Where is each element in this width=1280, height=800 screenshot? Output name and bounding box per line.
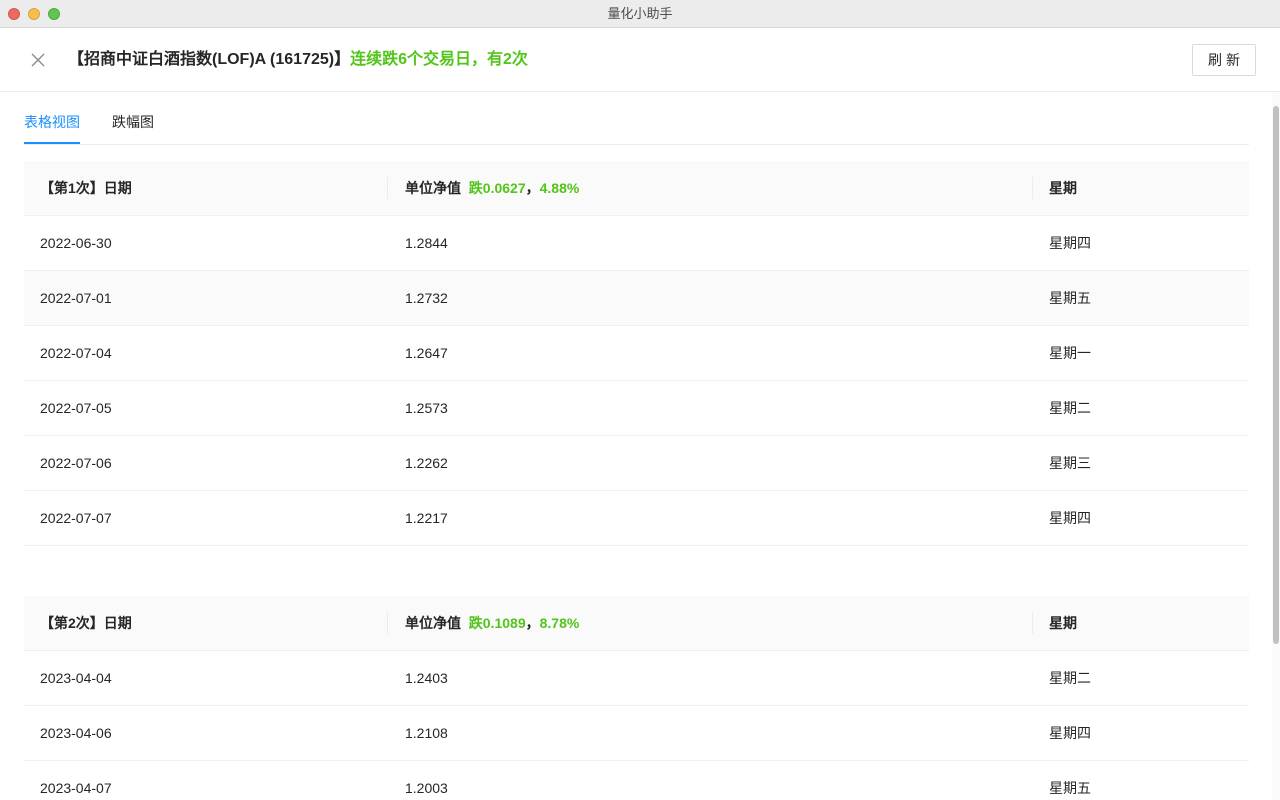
col-header-date: 【第1次】日期 — [40, 180, 132, 196]
table-row: 2023-04-04 1.2403 星期二 — [24, 651, 1249, 706]
cell-value: 1.2647 — [405, 345, 448, 361]
table-row: 2022-07-04 1.2647 星期一 — [24, 326, 1249, 381]
cell-weekday: 星期三 — [1049, 455, 1091, 471]
refresh-button[interactable]: 刷新 — [1192, 44, 1256, 76]
view-tabs: 表格视图 跌幅图 — [24, 92, 1249, 145]
col-header-value: 单位净值 跌0.1089，8.78% — [405, 596, 579, 650]
col-header-weekday: 星期 — [1049, 180, 1077, 196]
fund-name: 【招商中证白酒指数(LOF)A (161725)】 — [68, 51, 351, 68]
scrollbar-thumb[interactable] — [1273, 106, 1279, 644]
column-divider — [1032, 177, 1033, 199]
cell-date: 2022-07-07 — [40, 510, 112, 526]
cell-value: 1.2262 — [405, 455, 448, 471]
tab-drop-chart[interactable]: 跌幅图 — [112, 92, 154, 145]
drop-amount: 跌0.1089 — [468, 615, 526, 631]
table-row: 2022-06-30 1.2844 星期四 — [24, 216, 1249, 271]
table-row: 2022-07-07 1.2217 星期四 — [24, 491, 1249, 546]
cell-value: 1.2403 — [405, 670, 448, 686]
drawer-header: 【招商中证白酒指数(LOF)A (161725)】连续跌6个交易日，有2次 刷新 — [0, 28, 1280, 92]
cell-weekday: 星期二 — [1049, 400, 1091, 416]
cell-date: 2022-06-30 — [40, 235, 112, 251]
close-drawer-button[interactable] — [26, 48, 50, 72]
cell-value: 1.2108 — [405, 725, 448, 741]
col-header-weekday: 星期 — [1049, 615, 1077, 631]
active-tab-indicator — [24, 142, 80, 144]
drop-separator: ， — [525, 180, 540, 196]
cell-value: 1.2217 — [405, 510, 448, 526]
cell-value: 1.2844 — [405, 235, 448, 251]
cell-value: 1.2732 — [405, 290, 448, 306]
table-row: 2023-04-07 1.2003 星期五 — [24, 761, 1249, 800]
drop-amount: 跌0.0627 — [468, 180, 526, 196]
drop-percent: 4.88% — [539, 180, 580, 196]
col-header-value-label: 单位净值 — [405, 180, 461, 196]
cell-weekday: 星期五 — [1049, 780, 1091, 796]
drop-percent: 8.78% — [539, 615, 580, 631]
cell-date: 2022-07-05 — [40, 400, 112, 416]
cell-weekday: 星期五 — [1049, 290, 1091, 306]
streak-summary: 连续跌6个交易日，有2次 — [350, 51, 528, 68]
streak-table-2: 【第2次】日期 单位净值 跌0.1089，8.78% 星期 2023-04-04… — [24, 596, 1249, 800]
tab-table-view[interactable]: 表格视图 — [24, 92, 80, 145]
cell-date: 2022-07-04 — [40, 345, 112, 361]
cell-value: 1.2003 — [405, 780, 448, 796]
table-header-row: 【第1次】日期 单位净值 跌0.0627，4.88% 星期 — [24, 161, 1249, 216]
streak-table-1: 【第1次】日期 单位净值 跌0.0627，4.88% 星期 2022-06-30… — [24, 161, 1249, 546]
cell-date: 2022-07-01 — [40, 290, 112, 306]
window-title: 量化小助手 — [607, 6, 673, 21]
main-content: 表格视图 跌幅图 【第1次】日期 单位净值 跌0.0627，4.88% 星期 2… — [0, 92, 1272, 800]
cell-date: 2023-04-07 — [40, 780, 112, 796]
cell-weekday: 星期一 — [1049, 345, 1091, 361]
cell-value: 1.2573 — [405, 400, 448, 416]
cell-weekday: 星期四 — [1049, 235, 1091, 251]
column-divider — [387, 177, 388, 199]
close-icon — [31, 53, 45, 67]
window-titlebar: 量化小助手 — [0, 0, 1280, 28]
table-row: 2022-07-01 1.2732 星期五 — [24, 271, 1249, 326]
column-divider — [1032, 612, 1033, 634]
cell-weekday: 星期二 — [1049, 670, 1091, 686]
table-row: 2022-07-05 1.2573 星期二 — [24, 381, 1249, 436]
vertical-scrollbar[interactable] — [1272, 92, 1280, 800]
cell-date: 2023-04-04 — [40, 670, 112, 686]
cell-weekday: 星期四 — [1049, 510, 1091, 526]
col-header-value: 单位净值 跌0.0627，4.88% — [405, 161, 579, 215]
cell-date: 2022-07-06 — [40, 455, 112, 471]
column-divider — [387, 612, 388, 634]
page-title: 【招商中证白酒指数(LOF)A (161725)】连续跌6个交易日，有2次 — [68, 48, 528, 72]
table-row: 2023-04-06 1.2108 星期四 — [24, 706, 1249, 761]
col-header-value-label: 单位净值 — [405, 615, 461, 631]
table-row: 2022-07-06 1.2262 星期三 — [24, 436, 1249, 491]
col-header-date: 【第2次】日期 — [40, 615, 132, 631]
cell-date: 2023-04-06 — [40, 725, 112, 741]
cell-weekday: 星期四 — [1049, 725, 1091, 741]
table-header-row: 【第2次】日期 单位净值 跌0.1089，8.78% 星期 — [24, 596, 1249, 651]
drop-separator: ， — [525, 615, 540, 631]
